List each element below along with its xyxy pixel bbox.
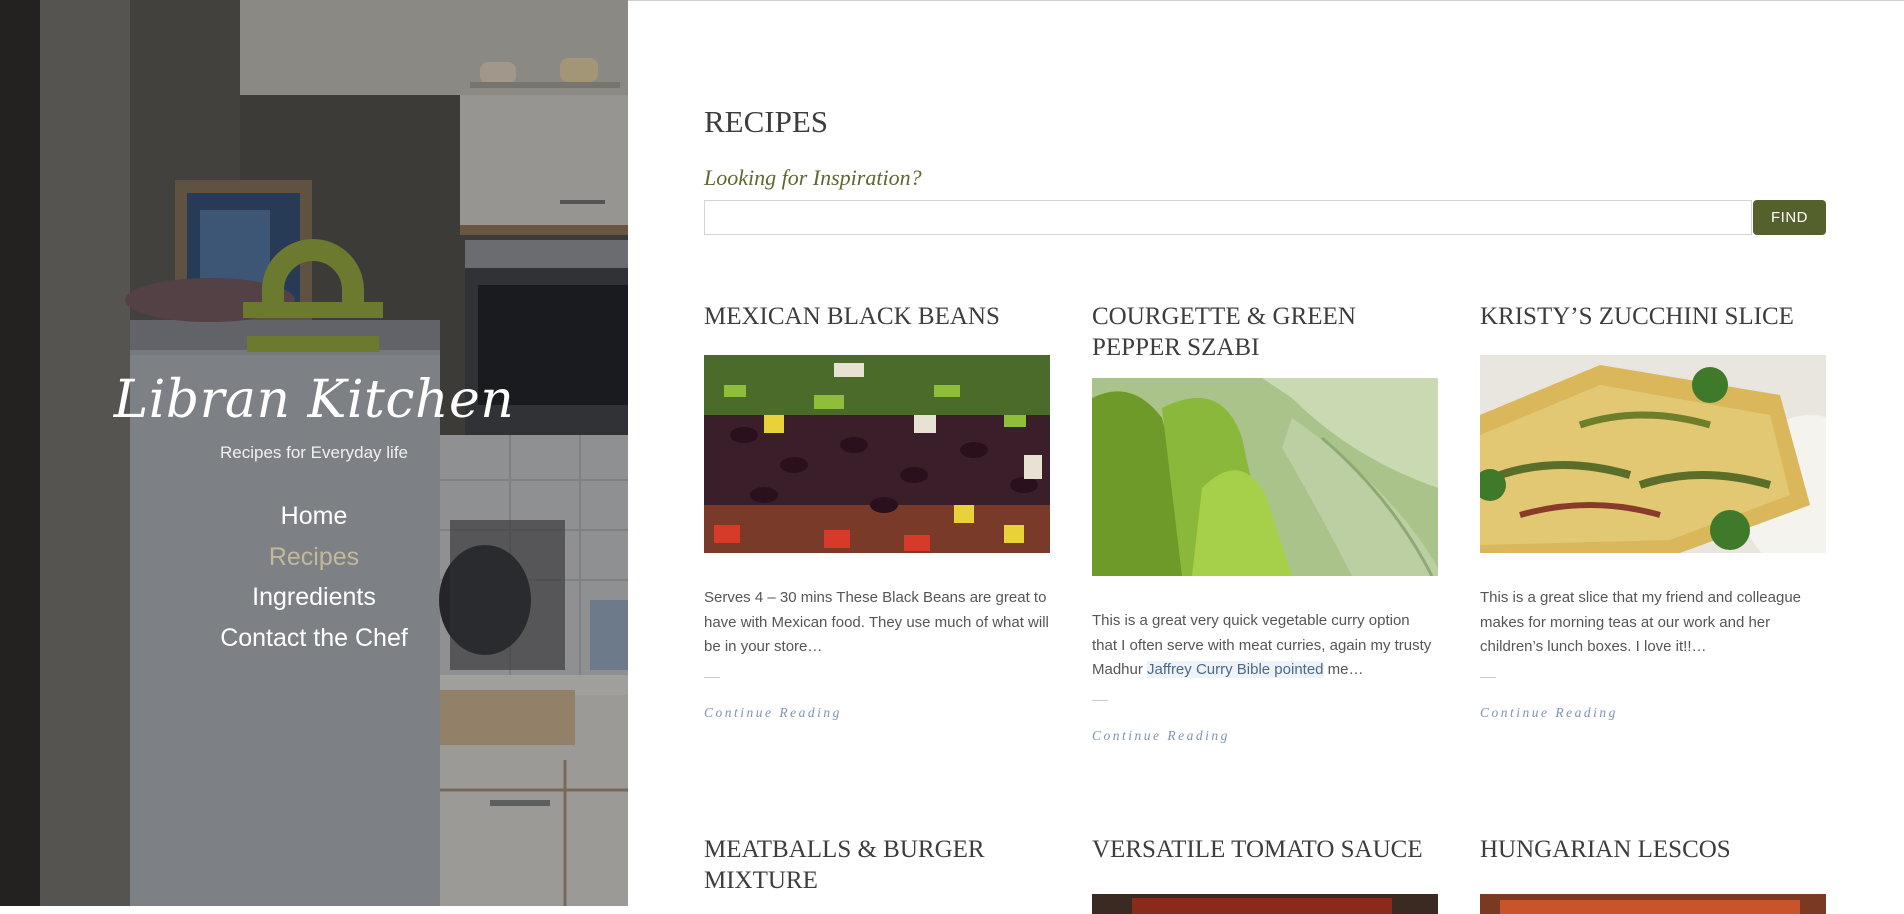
search-label: Looking for Inspiration?	[704, 165, 922, 190]
find-button[interactable]: FIND	[1753, 200, 1826, 235]
lescos-photo[interactable]	[1480, 894, 1826, 914]
divider	[704, 676, 720, 678]
page-title: RECIPES	[704, 104, 829, 139]
recipe-title[interactable]: COURGETTE & GREEN PEPPER SZABI	[1092, 301, 1438, 363]
recipe-card-mexican-black-beans: MEXICAN BLACK BEANS Serves 4 – 30 mins T…	[704, 301, 1050, 721]
sidebar: Libran Kitchen Recipes for Everyday life…	[0, 0, 628, 906]
recipe-excerpt: This is a great very quick vegetable cur…	[1092, 609, 1438, 683]
recipe-title-hungarian-lescos[interactable]: HUNGARIAN LESCOS	[1480, 834, 1826, 865]
continue-reading-link[interactable]: Continue Reading	[704, 705, 1050, 721]
main-navigation: Home Recipes Ingredients Contact the Che…	[0, 498, 628, 660]
divider	[1480, 676, 1496, 678]
brand-block: Libran Kitchen Recipes for Everyday life…	[0, 0, 628, 906]
recipe-excerpt: Serves 4 – 30 mins These Black Beans are…	[704, 589, 1049, 655]
black-bean-salad-photo[interactable]	[704, 355, 1050, 553]
continue-reading-link[interactable]: Continue Reading	[1480, 705, 1826, 721]
search-input[interactable]	[704, 200, 1752, 235]
nav-item-ingredients[interactable]: Ingredients	[0, 579, 628, 620]
recipe-excerpt: This is a great slice that my friend and…	[1480, 589, 1801, 655]
zucchini-slice-photo[interactable]	[1480, 355, 1826, 553]
recipe-card-courgette-green-pepper-szabi: COURGETTE & GREEN PEPPER SZABI This is a…	[1092, 301, 1438, 744]
site-title[interactable]: Libran Kitchen	[0, 370, 628, 430]
recipe-title[interactable]: KRISTY’S ZUCCHINI SLICE	[1480, 301, 1826, 332]
libra-symbol-icon[interactable]	[243, 218, 383, 356]
nav-item-recipes[interactable]: Recipes	[0, 539, 628, 580]
recipe-title-versatile-tomato-sauce[interactable]: VERSATILE TOMATO SAUCE	[1092, 834, 1438, 865]
recipe-title[interactable]: MEXICAN BLACK BEANS	[704, 301, 1050, 332]
continue-reading-link[interactable]: Continue Reading	[1092, 728, 1438, 744]
site-tagline: Recipes for Everyday life	[219, 443, 409, 462]
nav-item-home[interactable]: Home	[0, 498, 628, 539]
tomato-sauce-photo[interactable]	[1092, 894, 1438, 914]
recipe-card-kristys-zucchini-slice: KRISTY’S ZUCCHINI SLICE This is a great …	[1480, 301, 1826, 721]
highlighted-text: Jaffrey Curry Bible pointed	[1147, 661, 1324, 678]
excerpt-text: me…	[1323, 661, 1364, 678]
recipe-title-meatballs-burger-mixture[interactable]: MEATBALLS & BURGER MIXTURE	[704, 834, 1050, 896]
nav-item-contact-the-chef[interactable]: Contact the Chef	[0, 620, 628, 661]
green-peppers-courgette-photo[interactable]	[1092, 378, 1438, 576]
divider	[1092, 699, 1108, 701]
main-content: RECIPES Looking for Inspiration? FIND ME…	[628, 0, 1904, 914]
